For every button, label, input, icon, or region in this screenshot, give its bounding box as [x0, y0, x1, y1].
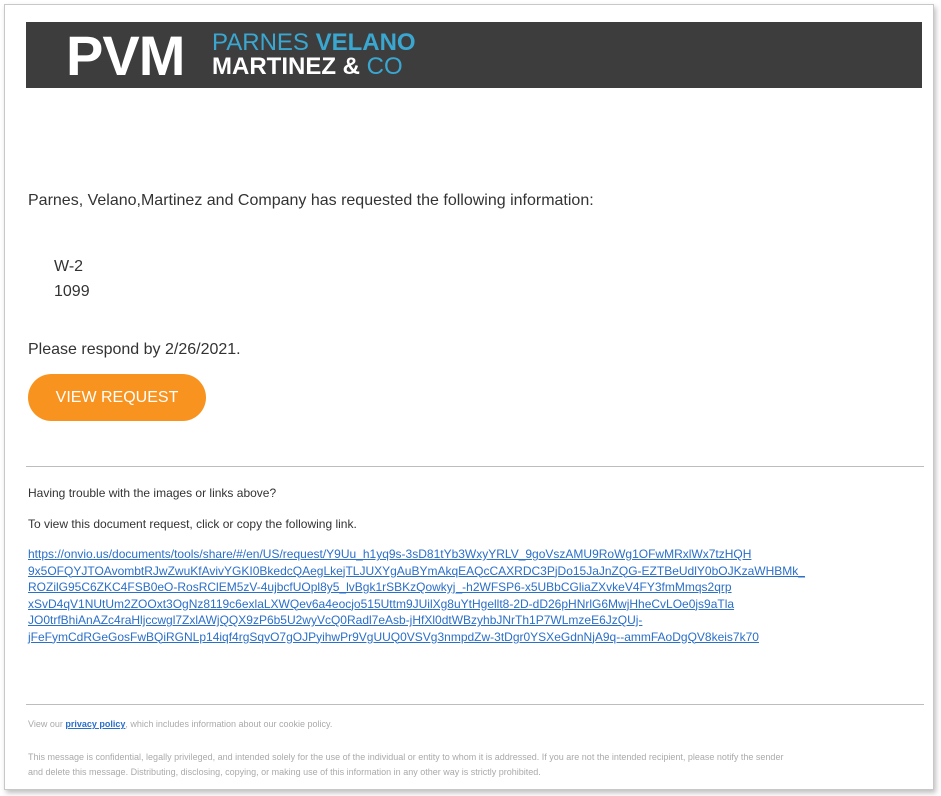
logo-word-parnes: PARNES — [212, 29, 309, 56]
link-line[interactable]: ROZilG95C6ZKC4FSB0eO-RosRClEM5zV-4ujbcfU… — [28, 579, 908, 596]
link-line[interactable]: JO0trfBhiAnAZc4raHljccwgl7ZxlAWjQQX9zP6b… — [28, 612, 908, 629]
logo-mark: PVM — [66, 24, 185, 87]
trouble-text: Having trouble with the images or links … — [28, 486, 277, 500]
privacy-policy-note: View our privacy policy, which includes … — [28, 719, 332, 729]
requested-item: W-2 — [54, 258, 84, 275]
policy-prefix: View our — [28, 719, 63, 729]
logo-word-martinez: MARTINEZ — [212, 53, 336, 80]
requested-item: 1099 — [54, 283, 90, 300]
requested-items-list: W-2 1099 — [54, 254, 90, 304]
link-line[interactable]: jFeFymCdRGeGosFwBQiRGNLp14iqf4rgSqvO7gOJ… — [28, 629, 908, 646]
confidential-line: This message is confidential, legally pr… — [28, 752, 784, 762]
confidential-line: and delete this message. Distributing, d… — [28, 767, 541, 777]
divider — [26, 704, 924, 705]
respond-by-text: Please respond by 2/26/2021. — [28, 341, 241, 358]
request-intro: Parnes, Velano,Martinez and Company has … — [28, 192, 594, 209]
confidentiality-notice: This message is confidential, legally pr… — [28, 750, 918, 780]
link-line[interactable]: xSvD4qV1NUtUm2ZOOxt3OgNz8119c6exlaLXWQev… — [28, 596, 908, 613]
copy-link-instruction: To view this document request, click or … — [28, 517, 357, 531]
divider — [26, 466, 924, 467]
logo-word-co: CO — [366, 53, 403, 80]
view-request-button[interactable]: VIEW REQUEST — [28, 374, 206, 421]
logo-word-velano: VELANO — [315, 29, 416, 56]
link-line[interactable]: https://onvio.us/documents/tools/share/#… — [28, 546, 908, 563]
logo-ampersand: & — [342, 53, 360, 80]
document-request-link[interactable]: https://onvio.us/documents/tools/share/#… — [28, 546, 908, 645]
privacy-policy-link[interactable]: privacy policy — [65, 719, 125, 729]
logo-name: PARNES VELANO MARTINEZ & CO — [212, 31, 416, 79]
header-banner: PVM PARNES VELANO MARTINEZ & CO — [26, 22, 922, 88]
policy-suffix: , which includes information about our c… — [125, 719, 333, 729]
link-line[interactable]: 9x5OFQYJTOAvombtRJwZwuKfAvivYGKI0BkedcQA… — [28, 563, 908, 580]
